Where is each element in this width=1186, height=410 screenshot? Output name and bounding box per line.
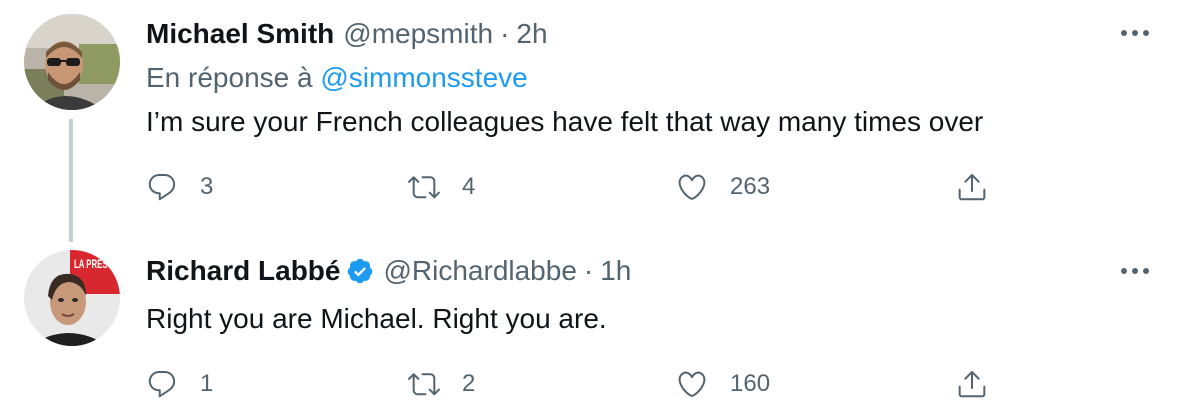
- share-button[interactable]: [956, 167, 988, 207]
- tweet-actions: 1 2 160: [146, 364, 1006, 404]
- like-button[interactable]: 263: [676, 167, 770, 207]
- reply-prefix: En réponse à: [146, 62, 313, 93]
- author-handle[interactable]: @Richardlabbe: [383, 254, 576, 288]
- share-icon: [958, 174, 986, 201]
- reply-button[interactable]: 1: [146, 364, 213, 404]
- reply-count: 3: [200, 173, 214, 200]
- timestamp[interactable]: 1h: [600, 254, 631, 288]
- like-button[interactable]: 160: [676, 364, 770, 404]
- share-icon: [958, 371, 986, 398]
- author-handle[interactable]: @mepsmith: [343, 17, 493, 51]
- tweet-actions: 3 4 263: [146, 167, 1006, 207]
- tweet-header: Michael Smith @mepsmith · 2h: [146, 17, 548, 51]
- heart-icon: [678, 174, 706, 200]
- thread-connector: [69, 119, 73, 242]
- reply-icon: [148, 173, 176, 201]
- reply-icon: [148, 370, 176, 398]
- tweet-text: Right you are Michael. Right you are.: [146, 303, 607, 334]
- like-count: 263: [730, 173, 771, 200]
- timestamp[interactable]: 2h: [516, 17, 547, 51]
- avatar-photo: LA PRESSE: [24, 250, 120, 346]
- heart-icon: [678, 371, 706, 397]
- author-name[interactable]: Richard Labbé: [146, 254, 340, 288]
- tweet-text: I’m sure your French colleagues have fel…: [146, 106, 984, 137]
- more-icon[interactable]: [1120, 28, 1150, 38]
- avatar[interactable]: LA PRESSE: [24, 250, 120, 346]
- avatar[interactable]: [24, 14, 120, 110]
- retweet-icon: [408, 176, 440, 199]
- avatar-photo: [24, 14, 120, 110]
- tweet[interactable]: Michael Smith @mepsmith · 2h En réponse …: [0, 0, 1186, 242]
- tweet[interactable]: LA PRESSE Richard Labbé @Richardlabbe · …: [0, 236, 1186, 410]
- retweet-count: 4: [462, 173, 476, 200]
- reply-handle-link[interactable]: @simmonssteve: [320, 62, 527, 93]
- reply-button[interactable]: 3: [146, 167, 213, 207]
- separator-dot: ·: [583, 255, 594, 286]
- retweet-button[interactable]: 4: [408, 167, 475, 207]
- verified-badge-icon: [348, 258, 373, 284]
- retweet-count: 2: [462, 370, 476, 397]
- retweet-icon: [408, 373, 440, 396]
- avatar-badge-text: LA PRESSE: [74, 257, 118, 271]
- tweet-header: Richard Labbé @Richardlabbe · 1h: [146, 254, 631, 288]
- reply-count: 1: [200, 370, 214, 397]
- separator-dot: ·: [500, 18, 510, 49]
- author-name[interactable]: Michael Smith: [146, 17, 334, 51]
- share-button[interactable]: [956, 364, 988, 404]
- more-icon[interactable]: [1120, 266, 1150, 276]
- retweet-button[interactable]: 2: [408, 364, 475, 404]
- like-count: 160: [730, 370, 771, 397]
- reply-context: En réponse à @simmonssteve: [146, 61, 528, 95]
